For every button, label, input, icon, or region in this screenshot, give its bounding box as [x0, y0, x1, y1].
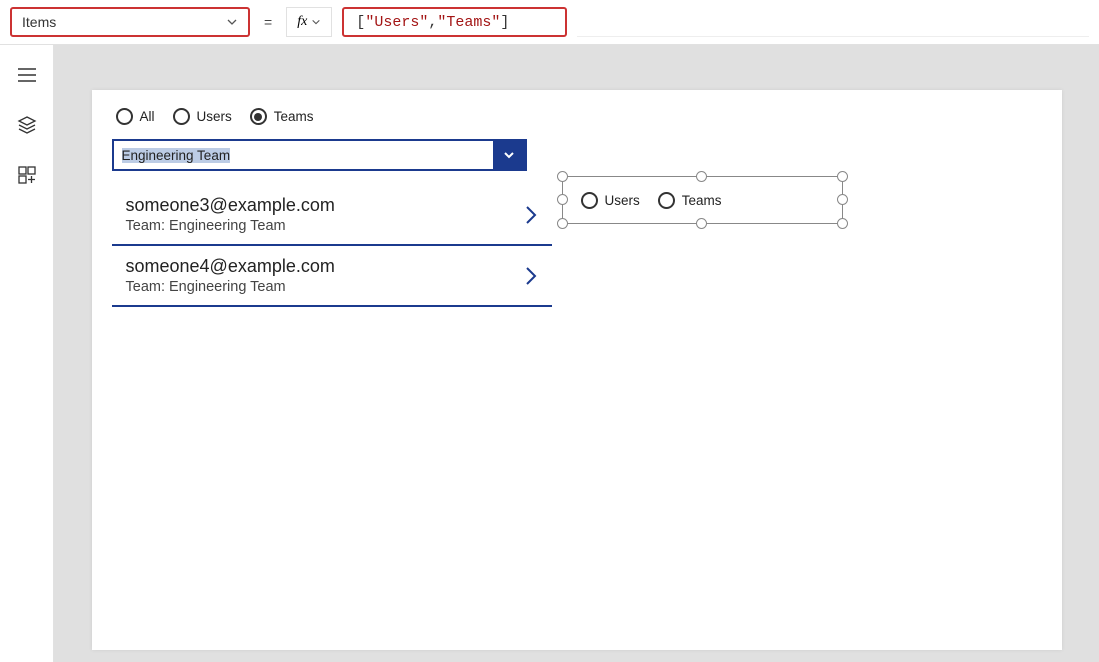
- team-dropdown[interactable]: Engineering Team: [112, 139, 527, 171]
- formula-token: [: [356, 14, 365, 31]
- left-tool-rail: [0, 45, 54, 662]
- radio-icon: [173, 108, 190, 125]
- radio-label: Users: [197, 109, 232, 124]
- radio-label: All: [140, 109, 155, 124]
- formula-token: "Teams": [437, 14, 500, 31]
- selection-handle[interactable]: [837, 218, 848, 229]
- list-item-email: someone3@example.com: [126, 195, 335, 216]
- selection-handle[interactable]: [837, 194, 848, 205]
- radio-option-users[interactable]: Users: [581, 192, 640, 209]
- selected-radio-control[interactable]: Users Teams: [562, 176, 843, 224]
- formula-token: "Users": [365, 14, 428, 31]
- app-canvas[interactable]: All Users Teams Engineering Team: [92, 90, 1062, 650]
- radio-icon: [658, 192, 675, 209]
- chevron-right-icon: [522, 263, 540, 289]
- hamburger-icon[interactable]: [17, 65, 37, 85]
- layers-icon[interactable]: [17, 115, 37, 135]
- fx-label: fx: [297, 14, 307, 30]
- selection-handle[interactable]: [837, 171, 848, 182]
- selection-handle[interactable]: [557, 194, 568, 205]
- list-item[interactable]: someone3@example.com Team: Engineering T…: [112, 185, 552, 246]
- radio-option-all[interactable]: All: [116, 108, 155, 125]
- chevron-right-icon: [522, 202, 540, 228]
- radio-label: Teams: [682, 193, 722, 208]
- list-item[interactable]: someone4@example.com Team: Engineering T…: [112, 246, 552, 307]
- selection-handle[interactable]: [557, 218, 568, 229]
- radio-icon: [116, 108, 133, 125]
- selection-handle[interactable]: [696, 171, 707, 182]
- list-item-team: Team: Engineering Team: [126, 218, 335, 234]
- fx-button[interactable]: fx: [286, 7, 332, 37]
- radio-label: Teams: [274, 109, 314, 124]
- chevron-down-icon: [226, 16, 238, 28]
- canvas-background[interactable]: All Users Teams Engineering Team: [54, 45, 1099, 662]
- radio-option-users[interactable]: Users: [173, 108, 232, 125]
- radio-option-teams[interactable]: Teams: [250, 108, 314, 125]
- formula-token: ,: [428, 14, 437, 31]
- dropdown-value: Engineering Team: [114, 141, 493, 169]
- formula-input[interactable]: [ "Users" , "Teams" ]: [342, 7, 567, 37]
- chevron-down-icon: [493, 141, 525, 169]
- insert-icon[interactable]: [17, 165, 37, 185]
- filter-radio-group: All Users Teams: [112, 108, 1042, 125]
- selection-handle[interactable]: [557, 171, 568, 182]
- formula-bar: Items = fx [ "Users" , "Teams" ]: [0, 0, 1099, 45]
- property-selector-value: Items: [22, 14, 56, 30]
- radio-icon: [250, 108, 267, 125]
- radio-label: Users: [605, 193, 640, 208]
- formula-token: ]: [500, 14, 509, 31]
- property-selector[interactable]: Items: [10, 7, 250, 37]
- equals-label: =: [260, 14, 276, 30]
- selection-handle[interactable]: [696, 218, 707, 229]
- chevron-down-icon: [311, 17, 321, 27]
- formula-bar-remainder[interactable]: [577, 7, 1089, 37]
- results-list: someone3@example.com Team: Engineering T…: [112, 185, 552, 307]
- list-item-team: Team: Engineering Team: [126, 279, 335, 295]
- radio-option-teams[interactable]: Teams: [658, 192, 722, 209]
- workspace: All Users Teams Engineering Team: [0, 45, 1099, 662]
- radio-icon: [581, 192, 598, 209]
- list-item-email: someone4@example.com: [126, 256, 335, 277]
